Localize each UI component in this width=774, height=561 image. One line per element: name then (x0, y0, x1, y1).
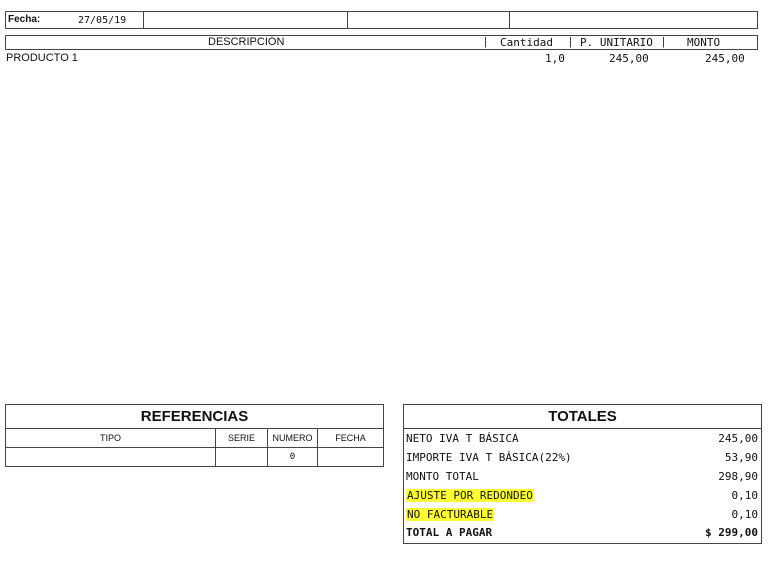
ref-value-numero: 0 (289, 452, 296, 462)
total-amount: $ 299,00 (705, 526, 758, 539)
ref-col-serie: SERIE (216, 429, 268, 467)
total-row-no-facturable: NO FACTURABLE 0,10 (404, 505, 761, 524)
col-separator: | (662, 36, 665, 48)
col-separator: | (484, 36, 487, 48)
total-row-neto: NETO IVA T BÁSICA 245,00 (404, 429, 761, 448)
ref-value-serie (216, 448, 267, 466)
ref-value-tipo (6, 448, 215, 466)
referencias-title: REFERENCIAS (6, 405, 383, 429)
fecha-value: 27/05/19 (78, 15, 127, 26)
ref-header-tipo: TIPO (6, 429, 215, 448)
total-row-iva: IMPORTE IVA T BÁSICA(22%) 53,90 (404, 448, 761, 467)
ref-header-numero: NUMERO (268, 429, 317, 448)
col-descripcion: DESCRIPCIÓN (208, 36, 285, 48)
empty-cell-1 (144, 12, 348, 28)
fecha-row: Fecha: 27/05/19 (5, 11, 758, 29)
total-label: IMPORTE IVA T BÁSICA(22%) (406, 451, 572, 464)
total-row-monto: MONTO TOTAL 298,90 (404, 467, 761, 486)
empty-cell-3 (510, 12, 757, 28)
total-amount: 0,10 (731, 508, 759, 521)
fecha-label: Fecha: (8, 14, 41, 25)
ref-header-fecha: FECHA (318, 429, 383, 448)
ref-col-fecha: FECHA (318, 429, 383, 467)
total-amount: 53,90 (724, 451, 758, 464)
total-label: MONTO TOTAL (406, 470, 479, 483)
total-row-pagar: TOTAL A PAGAR $ 299,00 (404, 523, 761, 542)
ref-col-numero: NUMERO 0 (268, 429, 318, 467)
referencias-box: REFERENCIAS TIPO SERIE NUMERO 0 FECHA (5, 404, 384, 467)
total-label-highlighted: AJUSTE POR REDONDEO (406, 489, 534, 502)
col-monto: MONTO (687, 36, 721, 49)
total-label: TOTAL A PAGAR (406, 526, 493, 539)
total-row-ajuste: AJUSTE POR REDONDEO 0,10 (404, 486, 761, 505)
fecha-cell: Fecha: 27/05/19 (6, 12, 144, 28)
items-header: DESCRIPCIÓN | Cantidad | P. UNITARIO | M… (5, 35, 758, 50)
totales-title: TOTALES (404, 405, 761, 429)
total-label-highlighted: NO FACTURABLE (406, 508, 495, 521)
table-row: PRODUCTO 1 1,0 245,00 245,00 (5, 52, 758, 66)
total-amount: 0,10 (731, 489, 759, 502)
col-unitario: P. UNITARIO (580, 36, 653, 49)
total-amount: 245,00 (718, 432, 758, 445)
ref-col-tipo: TIPO (6, 429, 216, 467)
empty-cell-2 (348, 12, 510, 28)
item-descripcion: PRODUCTO 1 (6, 52, 78, 64)
total-label: NETO IVA T BÁSICA (406, 432, 519, 445)
col-separator: | (569, 36, 572, 48)
item-monto: 245,00 (705, 52, 745, 65)
item-cantidad: 1,0 (545, 52, 565, 65)
totales-box: TOTALES NETO IVA T BÁSICA 245,00 IMPORTE… (403, 404, 762, 544)
total-amount: 298,90 (718, 470, 758, 483)
item-unitario: 245,00 (609, 52, 649, 65)
ref-header-serie: SERIE (216, 429, 267, 448)
ref-value-fecha (318, 448, 383, 466)
col-cantidad: Cantidad (500, 36, 553, 49)
